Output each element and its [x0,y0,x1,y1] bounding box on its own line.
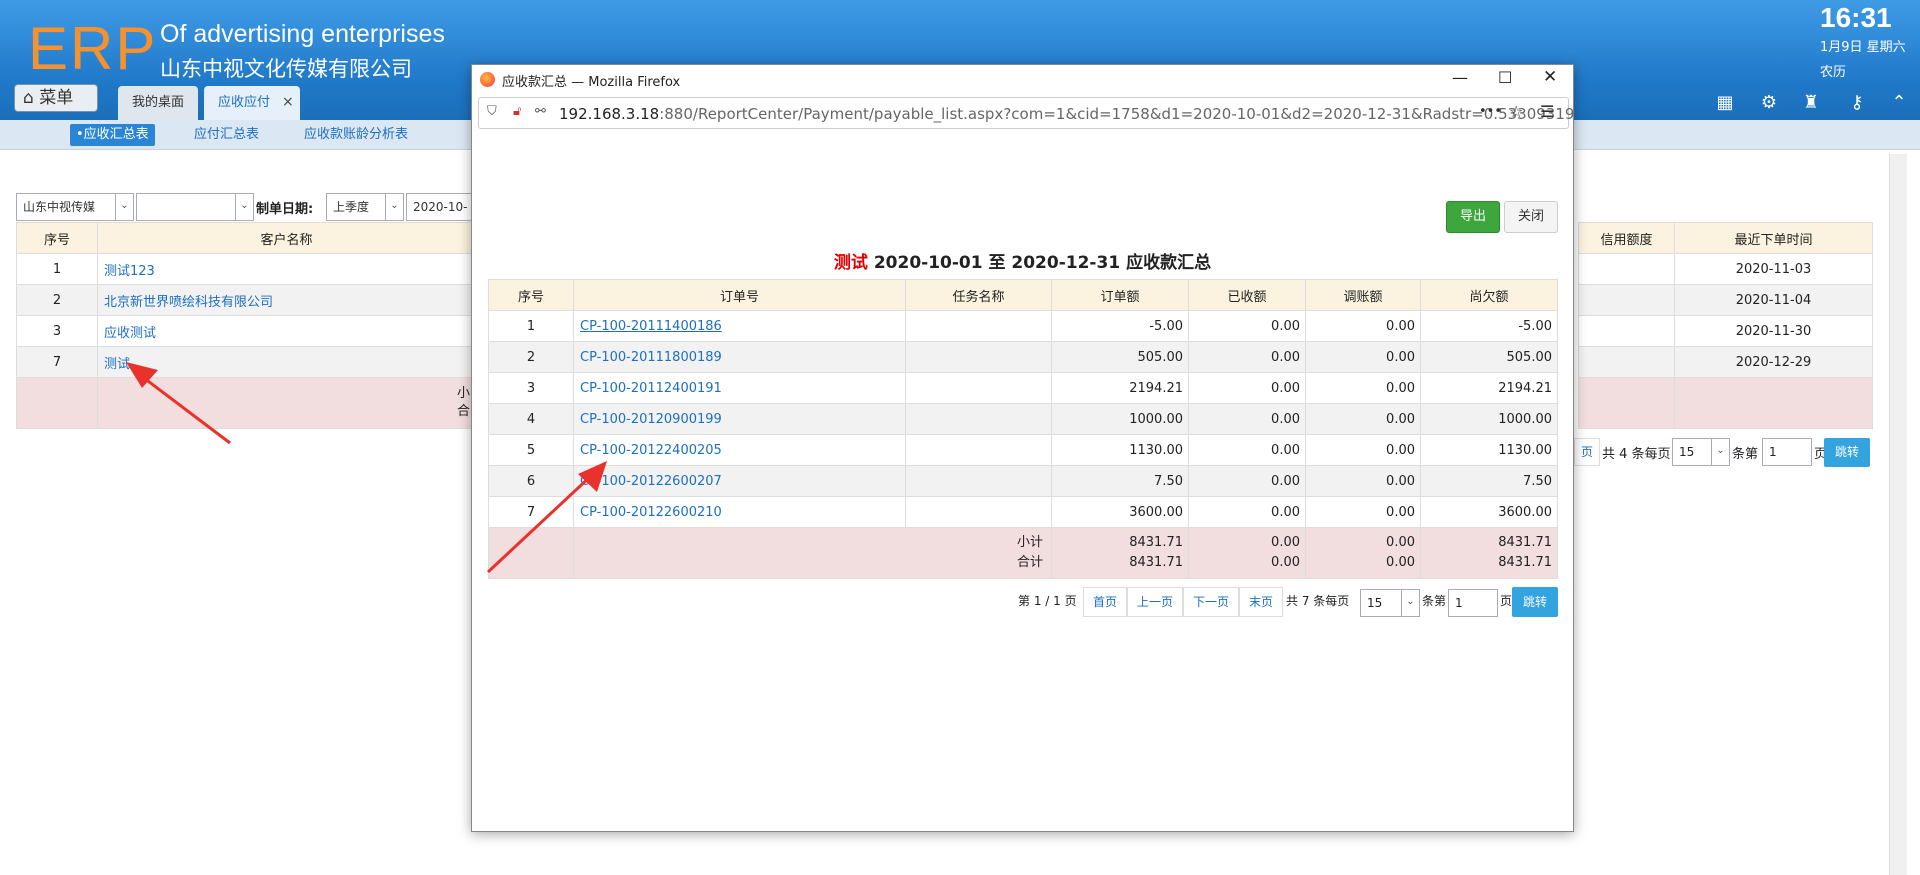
arrow-to-order [486,461,607,574]
arrow-to-customer [126,362,231,445]
annotation-arrows [126,362,607,574]
